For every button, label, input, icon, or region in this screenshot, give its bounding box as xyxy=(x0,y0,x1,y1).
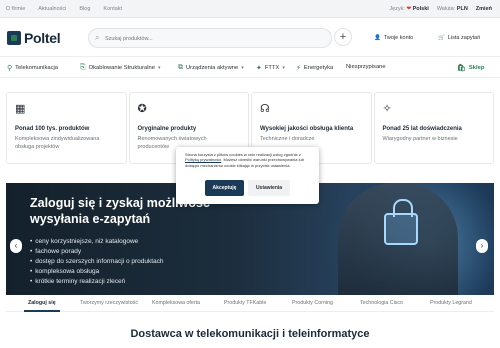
badge-icon: ✪ xyxy=(137,103,147,115)
list-item: ceny korzystniejsze, niż katalogowe xyxy=(30,237,164,247)
user-icon: 👤 xyxy=(374,35,381,41)
account-link[interactable]: 👤 Twoje konto xyxy=(374,35,413,41)
list-item: dostęp do szerszych informacji o produkt… xyxy=(30,257,163,267)
category-urzadzenia[interactable]: ⧉ Urządzenia aktywne ▾ xyxy=(178,64,244,72)
tab-corning[interactable]: Produkty Corning xyxy=(292,300,333,306)
tab-oferta[interactable]: Kompleksowa oferta xyxy=(152,300,200,306)
tab-legrand[interactable]: Produkty Legrand xyxy=(430,300,472,306)
fiber-icon: ✦ xyxy=(256,65,262,72)
shop-link[interactable]: 🛍 Sklep xyxy=(457,64,484,72)
cookie-settings-button[interactable]: Ustawienia xyxy=(248,180,290,196)
link-kontakt[interactable]: Kontakt xyxy=(103,6,122,12)
language-selector[interactable]: Język: ❤ Polski xyxy=(389,6,428,12)
hero-benefits-list: ceny korzystniejsze, niż katalogowe fach… xyxy=(30,237,164,287)
search-bar: ⌕ xyxy=(88,28,332,48)
category-okablowanie[interactable]: ⎘ Okablowanie Strukturalne ▾ xyxy=(80,64,161,72)
link-blog[interactable]: Blog xyxy=(79,6,90,12)
feature-card: ▦ Ponad 100 tys. produktów Kompleksowa z… xyxy=(6,92,127,164)
change-button[interactable]: Zmień xyxy=(476,6,492,12)
tab-tfkable[interactable]: Produkty TFKable xyxy=(224,300,266,306)
inquiry-list-link[interactable]: 🛒 Lista zapytań xyxy=(438,35,480,41)
link-aktualnosci[interactable]: Aktualności xyxy=(38,6,66,12)
list-item: fachowe porady xyxy=(30,247,164,257)
currency-selector[interactable]: Waluta: PLN xyxy=(437,6,468,12)
category-fttx[interactable]: ✦ FTTX ▾ xyxy=(256,64,285,72)
top-utility-bar: O firmie Aktualności Blog Kontakt Język:… xyxy=(0,0,500,18)
search-input[interactable] xyxy=(105,32,305,45)
cart-icon: 🛒 xyxy=(438,35,445,41)
slider-next-button[interactable]: › xyxy=(476,239,488,253)
antenna-icon: ⚲ xyxy=(7,65,13,72)
search-icon[interactable]: ⌕ xyxy=(95,33,99,43)
chevron-down-icon: ▾ xyxy=(241,65,244,71)
link-o-firmie[interactable]: O firmie xyxy=(6,6,25,12)
category-telekomunikacja[interactable]: ⚲ Telekomunikacja xyxy=(7,64,58,72)
switch-icon: ⧉ xyxy=(178,64,183,71)
section-title: Dostawca w telekomunikacji i teleinforma… xyxy=(130,328,370,340)
add-button[interactable]: + xyxy=(334,28,352,46)
logo-mark-icon xyxy=(7,31,21,45)
box-icon: ▦ xyxy=(15,103,26,115)
slider-tabs: Zaloguj się Tworzymy rzeczywistość Kompl… xyxy=(6,296,494,312)
accept-cookies-button[interactable]: Akceptuję xyxy=(205,180,244,196)
slider-prev-button[interactable]: ‹ xyxy=(10,239,22,253)
headset-icon: ☊ xyxy=(260,103,270,115)
category-nav: ⚲ Telekomunikacja ⎘ Okablowanie Struktur… xyxy=(0,56,500,78)
cookie-text: Strona korzysta z plików cookies w celu … xyxy=(185,152,304,168)
feature-card: ✧ Ponad 25 lat doświadczenia Wiarygodny … xyxy=(373,92,494,164)
lock-icon xyxy=(384,199,418,245)
tab-cisco[interactable]: Technologia Cisco xyxy=(360,300,403,306)
chevron-down-icon: ▾ xyxy=(282,65,285,71)
bag-icon: 🛍 xyxy=(457,65,466,72)
privacy-policy-link[interactable]: Polityką prywatności xyxy=(185,157,221,162)
award-icon: ✧ xyxy=(382,103,392,115)
chevron-down-icon: ▾ xyxy=(158,65,161,71)
tab-zaloguj[interactable]: Zaloguj się xyxy=(24,300,60,312)
heart-icon: ❤ xyxy=(406,6,412,12)
energy-icon: ⚡ xyxy=(296,65,301,72)
site-header: Poltel ⌕ + 👤 Twoje konto 🛒 Lista zapytań xyxy=(0,18,500,56)
cookie-consent-dialog: Strona korzysta z plików cookies w celu … xyxy=(176,147,319,204)
logo[interactable]: Poltel xyxy=(7,30,61,46)
list-item: kompleksowa obsługa xyxy=(30,267,164,277)
list-item: krótkie terminy realizacji zleceń xyxy=(30,277,164,287)
tab-tworzymy[interactable]: Tworzymy rzeczywistość xyxy=(80,300,138,306)
cable-icon: ⎘ xyxy=(80,64,86,71)
category-energetyka[interactable]: ⚡ Energetyka xyxy=(296,64,333,72)
category-niesprzypisane[interactable]: Niesprzypisane xyxy=(346,64,386,70)
